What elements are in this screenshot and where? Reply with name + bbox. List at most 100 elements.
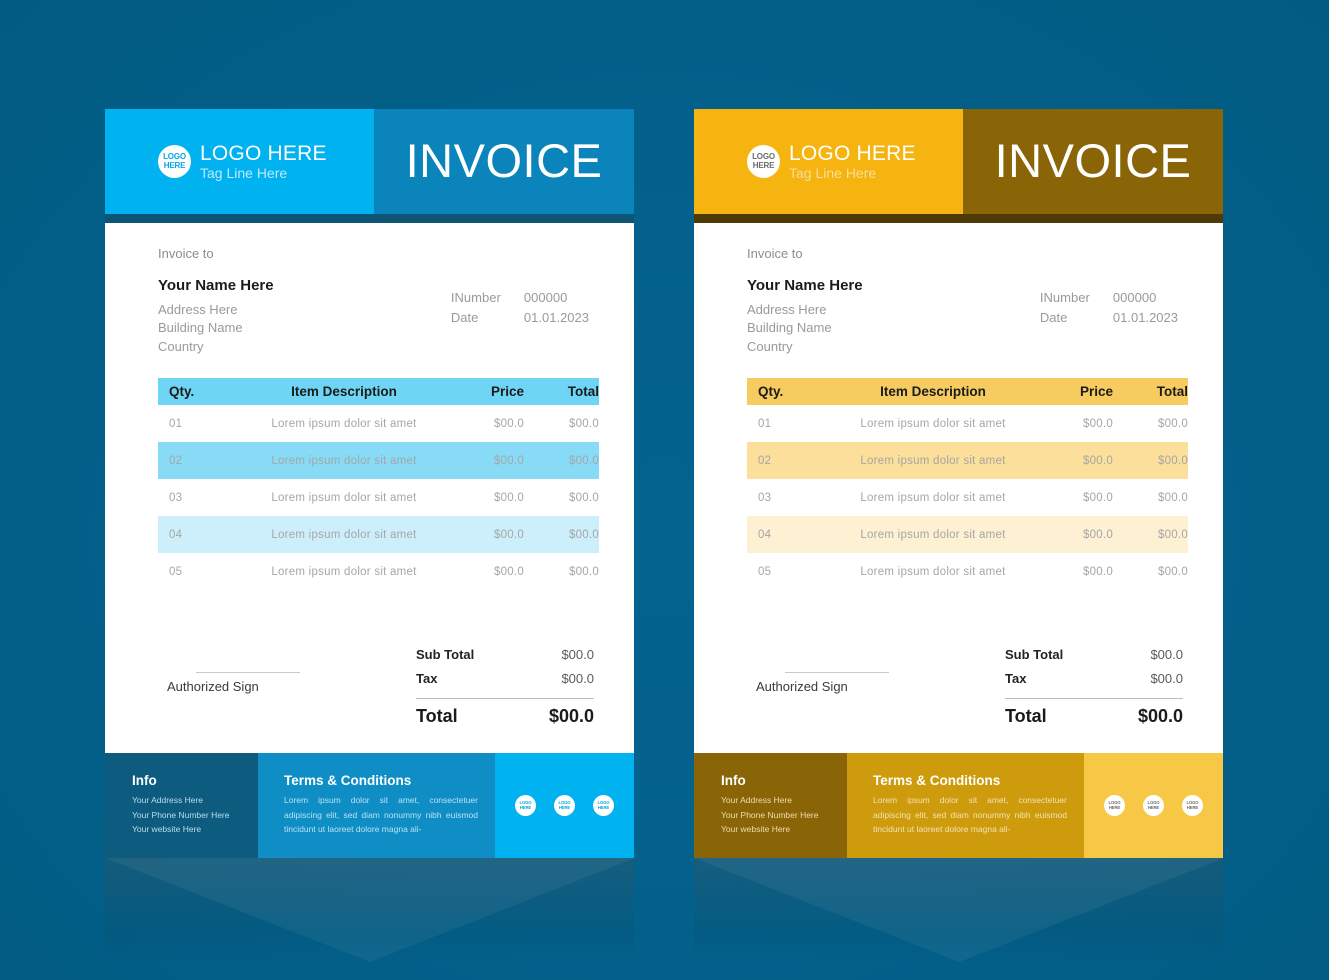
billto-label: Invoice to — [158, 246, 214, 261]
footer-address: Your Address Here — [721, 795, 793, 805]
footer-info-column: Info Your Address Here Your Phone Number… — [694, 753, 847, 858]
header-underline-bar — [694, 214, 1223, 223]
authorized-sign-block: Authorized Sign — [747, 672, 952, 729]
invoice-number-value: 000000 — [523, 290, 568, 305]
cell-description: Lorem ipsum dolor sit amet — [271, 417, 417, 430]
column-header-description: Item Description — [880, 384, 986, 400]
authorized-sign-label: Authorized Sign — [756, 679, 848, 694]
logo-badge-line2: HERE — [752, 160, 775, 170]
billto-address-line1: Address Here — [747, 302, 827, 317]
grand-total-value: $00.0 — [548, 705, 594, 726]
footer-address: Your Address Here — [132, 795, 204, 805]
tax-label: Tax — [1005, 670, 1027, 686]
invoice-footer: Info Your Address Here Your Phone Number… — [105, 753, 634, 858]
cell-qty: 05 — [758, 565, 772, 578]
footer-terms-title: Terms & Conditions — [873, 773, 1001, 788]
cell-total: $00.0 — [568, 565, 599, 578]
billto-address-line2: Building Name — [158, 320, 243, 336]
invoice-body: Invoice to Your Name Here Address Here B… — [694, 223, 1223, 753]
logo-here-icon: LOGO HERE — [1182, 795, 1203, 816]
invoice-date-label: Date — [1039, 309, 1068, 325]
billto-address-line3: Country — [747, 338, 793, 354]
header-underline-bar — [105, 214, 634, 223]
cell-price: $00.0 — [493, 565, 524, 578]
invoice-number-value: 000000 — [1112, 290, 1157, 305]
footer-terms-body: Lorem ipsum dolor sit amet, consectetuer… — [284, 795, 478, 835]
cell-total: $00.0 — [1157, 454, 1188, 467]
column-header-qty: Qty. — [758, 384, 784, 400]
brand-text: LOGO HERE Tag Line Here — [200, 142, 327, 181]
totals-divider — [1005, 697, 1183, 699]
mini-badge-line2: HERE — [597, 804, 610, 810]
invoice-number-label: INumber — [1039, 290, 1090, 305]
table-header-row: Qty. Item Description Price Total — [158, 378, 599, 406]
mini-badge-line2: HERE — [1186, 804, 1199, 810]
footer-logos-column: LOGO HERE LOGO HERE LOGO HERE — [1084, 753, 1223, 858]
cell-qty: 04 — [758, 528, 772, 541]
subtotal-label: Sub Total — [416, 646, 475, 662]
cell-price: $00.0 — [493, 454, 524, 467]
cell-total: $00.0 — [1157, 528, 1188, 541]
tax-row: Tax $00.0 — [1005, 667, 1183, 691]
footer-website: Your website Here — [132, 824, 202, 835]
cell-description: Lorem ipsum dolor sit amet — [860, 491, 1006, 504]
footer-phone: Your Phone Number Here — [132, 809, 230, 820]
cell-qty: 02 — [758, 454, 772, 467]
cell-price: $00.0 — [1082, 454, 1113, 467]
invoice-number-label: INumber — [450, 290, 501, 305]
invoice-number-row: INumber 000000 — [1040, 288, 1178, 308]
authorized-sign-block: Authorized Sign — [158, 672, 363, 729]
cell-total: $00.0 — [1157, 491, 1188, 504]
signature-line — [196, 672, 300, 673]
summary-area: Authorized Sign Sub Total $00.0 Tax $00.… — [747, 643, 1183, 729]
cell-total: $00.0 — [568, 454, 599, 467]
canvas: LOGO HERE LOGO HERE Tag Line Here INVOIC… — [0, 0, 1329, 980]
logo-here-icon: LOGO HERE — [554, 795, 575, 816]
column-header-description: Item Description — [291, 384, 397, 400]
cell-qty: 02 — [169, 454, 183, 467]
table-row: 01 Lorem ipsum dolor sit amet $00.0 $00.… — [158, 405, 599, 442]
invoice-date-value: 01.01.2023 — [1112, 309, 1178, 325]
footer-logos-column: LOGO HERE LOGO HERE LOGO HERE — [495, 753, 634, 858]
grand-total-label: Total — [1005, 705, 1047, 726]
page-title: INVOICE — [405, 133, 603, 187]
tax-value: $00.0 — [561, 670, 594, 686]
grand-total-row: Total $00.0 — [416, 703, 594, 729]
cell-price: $00.0 — [493, 417, 524, 430]
logo-here-icon: LOGO HERE — [1143, 795, 1164, 816]
cell-total: $00.0 — [1157, 417, 1188, 430]
logo-tagline: Tag Line Here — [200, 164, 288, 181]
billto-name: Your Name Here — [158, 277, 274, 294]
grand-total-value: $00.0 — [1137, 705, 1183, 726]
totals-block: Sub Total $00.0 Tax $00.0 Total $00.0 — [416, 643, 594, 729]
summary-area: Authorized Sign Sub Total $00.0 Tax $00.… — [158, 643, 594, 729]
table-row: 02 Lorem ipsum dolor sit amet $00.0 $00.… — [747, 442, 1188, 480]
column-header-price: Price — [490, 384, 524, 400]
cell-qty: 05 — [169, 565, 183, 578]
billto-address-line2: Building Name — [747, 320, 832, 336]
authorized-sign-label: Authorized Sign — [167, 679, 259, 694]
table-row: 05 Lorem ipsum dolor sit amet $00.0 $00.… — [158, 553, 599, 590]
grand-total-row: Total $00.0 — [1005, 703, 1183, 729]
cell-total: $00.0 — [568, 491, 599, 504]
table-row: 02 Lorem ipsum dolor sit amet $00.0 $00.… — [158, 442, 599, 480]
logo-here-icon: LOGO HERE — [515, 795, 536, 816]
subtotal-row: Sub Total $00.0 — [1005, 643, 1183, 667]
footer-terms-column: Terms & Conditions Lorem ipsum dolor sit… — [258, 753, 495, 858]
logo-here-icon: LOGO HERE — [158, 145, 191, 178]
logo-here-icon: LOGO HERE — [747, 145, 780, 178]
card-reflection — [105, 858, 634, 980]
cell-total: $00.0 — [1157, 565, 1188, 578]
column-header-qty: Qty. — [169, 384, 195, 400]
mini-badge-line2: HERE — [519, 804, 532, 810]
billto-block: Invoice to Your Name Here Address Here B… — [747, 246, 863, 356]
billto-meta-row: Invoice to Your Name Here Address Here B… — [158, 246, 594, 356]
invoice-footer: Info Your Address Here Your Phone Number… — [694, 753, 1223, 858]
table-row: 01 Lorem ipsum dolor sit amet $00.0 $00.… — [747, 405, 1188, 442]
billto-address: Address Here Building Name Country — [747, 301, 863, 356]
cell-qty: 01 — [169, 417, 183, 430]
cell-description: Lorem ipsum dolor sit amet — [860, 417, 1006, 430]
table-row: 03 Lorem ipsum dolor sit amet $00.0 $00.… — [747, 479, 1188, 516]
cell-price: $00.0 — [1082, 417, 1113, 430]
tax-label: Tax — [416, 670, 438, 686]
